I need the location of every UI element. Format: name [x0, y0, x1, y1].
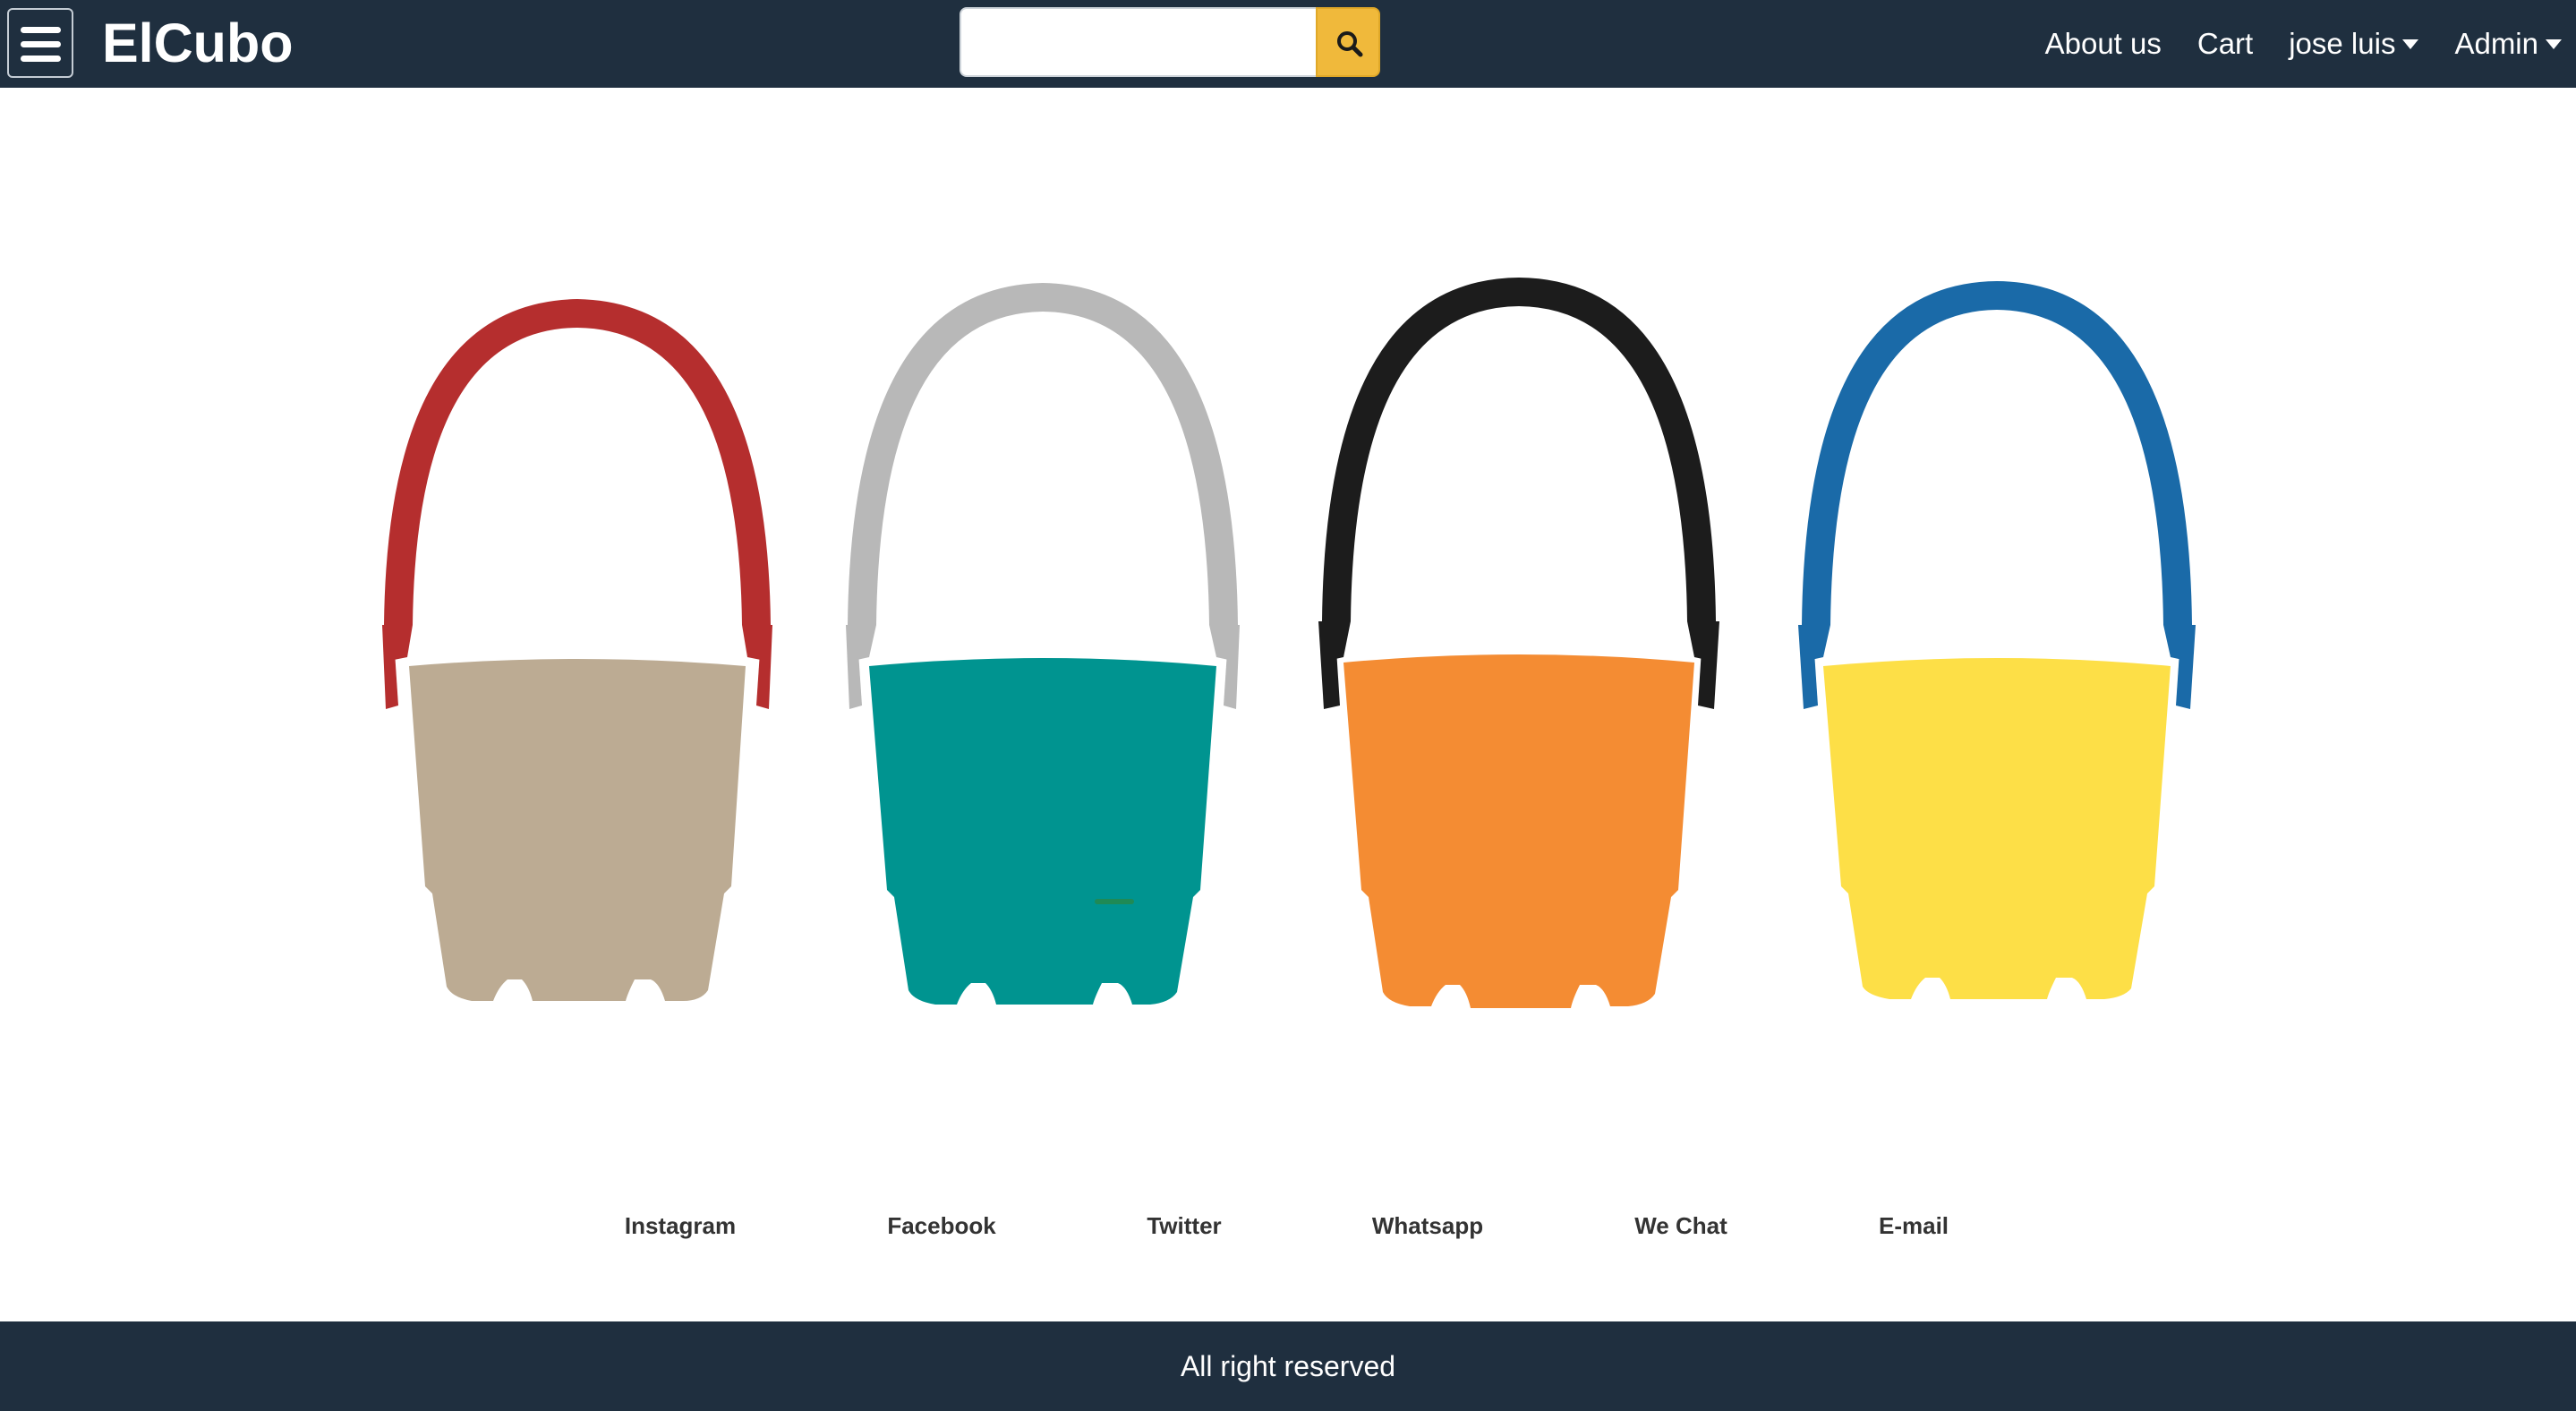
whatsapp-link[interactable]: Whatsapp	[1372, 1212, 1483, 1240]
hero-section: Instagram Facebook Twitter Whatsapp We C…	[0, 88, 2576, 1321]
wechat-link[interactable]: We Chat	[1634, 1212, 1727, 1240]
social-links: Instagram Facebook Twitter Whatsapp We C…	[0, 1212, 2576, 1248]
search-icon	[1337, 31, 1363, 57]
bucket-teal	[846, 283, 1240, 1005]
brand-logo[interactable]: ElCubo	[102, 11, 293, 75]
nav-about-link[interactable]: About us	[2045, 27, 2162, 61]
buckets-image	[382, 278, 2196, 1008]
menu-toggle-button[interactable]	[7, 8, 73, 78]
caret-down-icon	[2402, 38, 2419, 49]
twitter-link[interactable]: Twitter	[1147, 1212, 1221, 1240]
footer-text: All right reserved	[1180, 1349, 1396, 1382]
instagram-link[interactable]: Instagram	[625, 1212, 736, 1240]
bucket-orange	[1318, 278, 1719, 1008]
email-link[interactable]: E-mail	[1879, 1212, 1949, 1240]
search-input[interactable]	[960, 7, 1318, 77]
caret-down-icon	[2546, 38, 2562, 49]
footer: All right reserved	[0, 1321, 2576, 1411]
navbar: ElCubo About us Cart jose luis Admin	[0, 0, 2576, 88]
bucket-yellow	[1798, 281, 2196, 999]
nav-cart-link[interactable]: Cart	[2197, 27, 2253, 61]
user-dropdown[interactable]: jose luis	[2289, 27, 2419, 61]
facebook-link[interactable]: Facebook	[887, 1212, 995, 1240]
admin-dropdown[interactable]: Admin	[2454, 27, 2562, 61]
hamburger-icon	[21, 27, 61, 33]
bucket-beige	[382, 299, 772, 1001]
nav-links: About us Cart jose luis Admin	[2009, 0, 2562, 88]
search-button[interactable]	[1316, 7, 1380, 77]
